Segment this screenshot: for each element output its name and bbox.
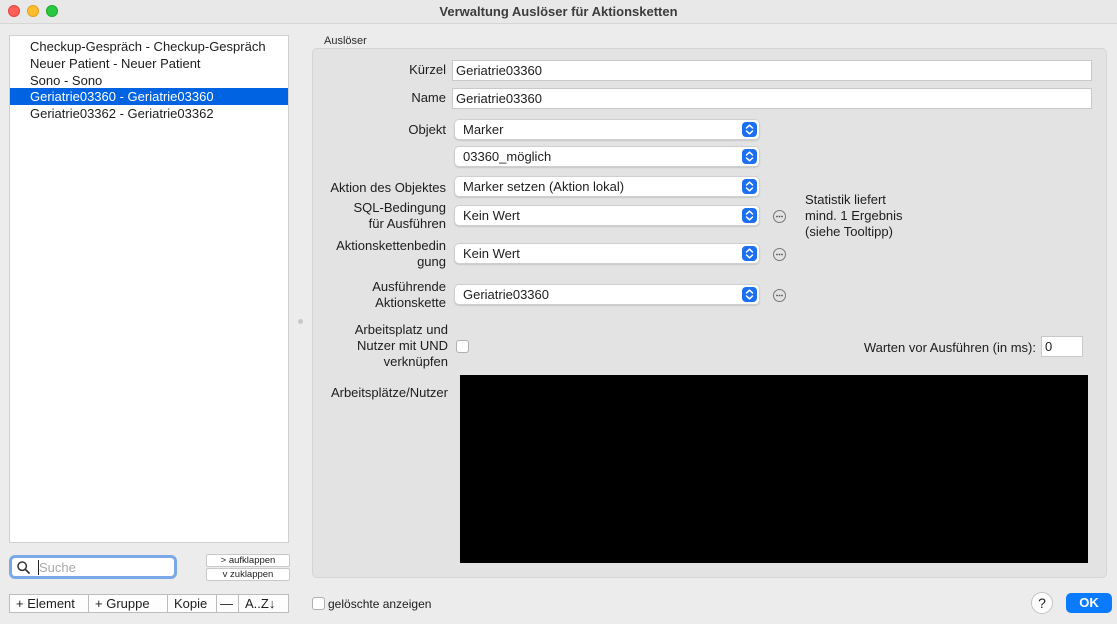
workstation-and-checkbox[interactable]: [456, 340, 469, 353]
wait-ms-field[interactable]: 0: [1041, 336, 1083, 357]
remove-button[interactable]: —: [216, 594, 238, 613]
ellipsis-circle-icon[interactable]: [773, 210, 786, 223]
executing-chain-label-line-1: Ausführende: [372, 279, 446, 294]
show-deleted-checkbox[interactable]: [312, 597, 325, 610]
kuerzel-label: Kürzel: [409, 62, 446, 77]
chain-condition-label: Aktionskettenbedin gung: [316, 238, 446, 270]
ellipsis-circle-icon[interactable]: [773, 248, 786, 261]
ellipsis-circle-icon[interactable]: [773, 289, 786, 302]
note-line-3: (siehe Tooltipp): [805, 224, 893, 239]
list-item[interactable]: Neuer Patient - Neuer Patient: [10, 55, 288, 72]
chain-condition-value: Kein Wert: [463, 246, 520, 261]
name-field[interactable]: Geriatrie03360: [452, 88, 1092, 109]
workstation-and-label-line-3: verknüpfen: [383, 354, 448, 369]
help-button[interactable]: ?: [1031, 592, 1053, 614]
trigger-list[interactable]: Checkup-Gespräch - Checkup-Gespräch Neue…: [9, 35, 289, 543]
search-field[interactable]: [9, 555, 177, 579]
chain-condition-label-line-2: gung: [417, 254, 446, 269]
split-view-handle[interactable]: [298, 319, 303, 324]
workstation-and-label-line-2: Nutzer mit UND: [356, 338, 448, 353]
aktion-popup-value: Marker setzen (Aktion lokal): [463, 179, 625, 194]
note-line-1: Statistik liefert: [805, 192, 886, 207]
objekt-sub-popup-value: 03360_möglich: [463, 149, 552, 164]
chevron-up-down-icon: [742, 246, 757, 261]
sql-label-line-1: SQL-Bedingung: [353, 200, 446, 215]
chevron-up-down-icon: [742, 122, 757, 137]
name-label: Name: [411, 90, 446, 105]
executing-chain-label: Ausführende Aktionskette: [316, 279, 446, 311]
aktion-label: Aktion des Objektes: [330, 180, 446, 195]
executing-chain-popup[interactable]: Geriatrie03360: [454, 284, 760, 305]
executing-chain-value: Geriatrie03360: [463, 287, 549, 302]
statistics-note: Statistik liefert mind. 1 Ergebnis (sieh…: [805, 192, 903, 240]
list-toolbar: + Element + Gruppe Kopie — A..Z↓: [9, 594, 289, 613]
workstations-users-label: Arbeitsplätze/Nutzer: [330, 385, 448, 400]
expand-all-button[interactable]: > aufklappen: [206, 554, 290, 567]
chevron-up-down-icon: [742, 287, 757, 302]
sql-label-line-2: für Ausführen: [368, 216, 446, 231]
chevron-up-down-icon: [742, 149, 757, 164]
add-group-button[interactable]: + Gruppe: [88, 594, 167, 613]
objekt-popup-value: Marker: [463, 122, 504, 137]
show-deleted-label: gelöschte anzeigen: [328, 597, 432, 611]
chain-condition-label-line-1: Aktionskettenbedin: [336, 238, 446, 253]
search-icon: [17, 561, 30, 574]
workstation-and-label-line-1: Arbeitsplatz und: [354, 322, 448, 337]
search-input[interactable]: [39, 558, 169, 576]
list-item[interactable]: Geriatrie03362 - Geriatrie03362: [10, 105, 288, 122]
window-title: Verwaltung Auslöser für Aktionsketten: [439, 4, 678, 19]
kuerzel-field[interactable]: Geriatrie03360: [452, 60, 1092, 81]
chevron-up-down-icon: [742, 208, 757, 223]
executing-chain-label-line-2: Aktionskette: [375, 295, 446, 310]
note-line-2: mind. 1 Ergebnis: [805, 208, 903, 223]
objekt-sub-popup[interactable]: 03360_möglich: [454, 146, 760, 167]
group-title: Auslöser: [324, 35, 367, 47]
title-bar: Verwaltung Auslöser für Aktionsketten: [0, 0, 1117, 24]
wait-label: Warten vor Ausführen (in ms):: [863, 340, 1036, 355]
chain-condition-popup[interactable]: Kein Wert: [454, 243, 760, 264]
objekt-popup[interactable]: Marker: [454, 119, 760, 140]
objekt-label: Objekt: [408, 122, 446, 137]
sql-condition-popup[interactable]: Kein Wert: [454, 205, 760, 226]
workstations-users-list[interactable]: [460, 375, 1088, 563]
ok-button[interactable]: OK: [1066, 593, 1112, 613]
aktion-popup[interactable]: Marker setzen (Aktion lokal): [454, 176, 760, 197]
chevron-up-down-icon: [742, 179, 757, 194]
collapse-all-button[interactable]: v zuklappen: [206, 568, 290, 581]
sql-label: SQL-Bedingung für Ausführen: [316, 200, 446, 232]
add-element-button[interactable]: + Element: [9, 594, 88, 613]
list-item[interactable]: Sono - Sono: [10, 72, 288, 89]
copy-button[interactable]: Kopie: [167, 594, 216, 613]
list-item[interactable]: Checkup-Gespräch - Checkup-Gespräch: [10, 38, 288, 55]
sort-button[interactable]: A..Z↓: [238, 594, 289, 613]
list-item-selected[interactable]: Geriatrie03360 - Geriatrie03360: [10, 88, 288, 105]
sql-condition-value: Kein Wert: [463, 208, 520, 223]
workstation-and-label: Arbeitsplatz und Nutzer mit UND verknüpf…: [316, 322, 448, 370]
